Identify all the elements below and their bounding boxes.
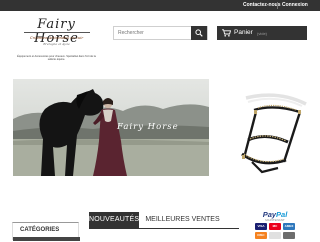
cart-label: Panier: [234, 29, 253, 36]
search-input[interactable]: [114, 27, 190, 39]
tab-new-products[interactable]: NOUVEAUTÉS: [89, 212, 139, 228]
card-icon: [283, 232, 295, 239]
logo-underline: [24, 32, 90, 33]
discover-icon: DISC: [255, 232, 267, 239]
search-button[interactable]: [191, 26, 207, 40]
cart-button[interactable]: Panier (vide): [217, 26, 307, 40]
bridle-image: [241, 93, 307, 174]
search-box: [113, 26, 208, 40]
tabs-underline: [89, 228, 239, 229]
cart-icon: [222, 29, 231, 37]
bank-card-icon: [269, 232, 281, 239]
slide-image: [13, 79, 209, 176]
topbar-divider: [277, 2, 278, 9]
homepage-slider[interactable]: Fairy Horse: [13, 79, 209, 176]
contact-link[interactable]: Contactez-nous: [243, 2, 281, 9]
mastercard-icon: MC: [269, 223, 281, 230]
logo-description: Équipement et Accessoires pour chevaux. …: [17, 55, 96, 62]
visa-icon: VISA: [255, 223, 267, 230]
categories-block: CATÉGORIES: [12, 222, 80, 241]
logo-tagline: Créations Artisanales en cuir: [29, 36, 84, 40]
top-bar: Contactez-nous Connexion: [0, 0, 320, 11]
search-icon: [195, 29, 203, 37]
featured-product-image[interactable]: [218, 88, 310, 180]
categories-bar: [13, 237, 80, 241]
categories-heading: CATÉGORIES: [20, 227, 60, 233]
payment-methods: PayPal MAINTENANT VISA MC AMEX DISC: [252, 210, 298, 242]
login-link[interactable]: Connexion: [282, 2, 308, 9]
tab-best-sellers[interactable]: MEILLEURES VENTES: [145, 212, 220, 228]
logo-location: Bretagne et Ajoie: [43, 42, 70, 46]
site-logo[interactable]: Fairy Horse Créations Artisanales en cui…: [14, 18, 99, 66]
cart-status: (vide): [257, 31, 268, 36]
slide-caption: Fairy Horse: [117, 122, 179, 132]
amex-icon: AMEX: [283, 223, 295, 230]
paypal-subtitle: MAINTENANT: [265, 218, 285, 222]
